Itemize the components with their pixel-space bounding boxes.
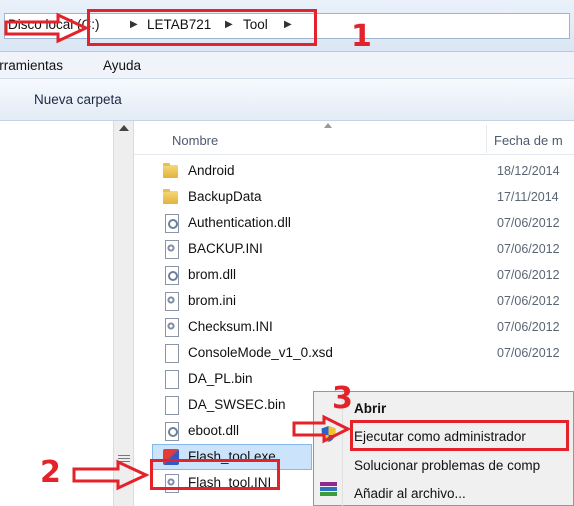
file-name: DA_PL.bin (188, 371, 253, 386)
column-divider[interactable] (486, 125, 487, 153)
file-name: Authentication.dll (188, 215, 291, 230)
file-row[interactable]: DA_PL.bin (134, 366, 574, 392)
dll-file-icon (162, 214, 180, 233)
config-file-icon (162, 318, 180, 337)
dll-file-icon (162, 266, 180, 285)
annotation-step-3: 3 (332, 381, 353, 416)
column-name[interactable]: Nombre (172, 133, 218, 148)
annotation-box-path (87, 9, 317, 46)
file-date: 17/11/2014 (497, 190, 559, 204)
menu-bar: Herramientas Ayuda (0, 52, 574, 79)
navigation-pane[interactable] (0, 121, 113, 506)
file-row[interactable]: BACKUP.INI 07/06/2012 (134, 236, 574, 262)
file-date: 07/06/2012 (497, 268, 560, 282)
file-date: 07/06/2012 (497, 242, 560, 256)
file-row[interactable]: brom.dll 07/06/2012 (134, 262, 574, 288)
file-name: brom.dll (188, 267, 237, 282)
annotation-box-exe (150, 459, 280, 490)
file-name: DA_SWSEC.bin (188, 397, 286, 412)
menu-tools[interactable]: Herramientas (0, 58, 63, 73)
column-date[interactable]: Fecha de m (494, 133, 563, 148)
sort-ascending-icon (324, 123, 332, 128)
menu-item-open[interactable]: Abrir (354, 401, 386, 416)
new-folder-button[interactable]: Nueva carpeta (34, 92, 122, 107)
navigation-scrollbar[interactable] (113, 121, 134, 506)
file-row[interactable]: Authentication.dll 07/06/2012 (134, 210, 574, 236)
file-row[interactable]: Checksum.INI 07/06/2012 (134, 314, 574, 340)
config-file-icon (162, 292, 180, 311)
file-name: BACKUP.INI (188, 241, 263, 256)
annotation-step-1: 1 (351, 19, 372, 54)
file-date: 18/12/2014 (497, 164, 560, 178)
file-name: brom.ini (188, 293, 237, 308)
dll-file-icon (162, 422, 180, 441)
scroll-up-icon[interactable] (119, 125, 129, 131)
annotation-arrow-3-icon (292, 414, 352, 444)
annotation-arrow-2-icon (72, 459, 150, 491)
folder-icon (162, 162, 180, 180)
file-row[interactable]: brom.ini 07/06/2012 (134, 288, 574, 314)
folder-icon (162, 188, 180, 206)
annotation-box-admin (350, 420, 569, 451)
file-name: BackupData (188, 189, 262, 204)
file-name: Android (188, 163, 235, 178)
file-date: 07/06/2012 (497, 346, 560, 360)
file-icon (162, 344, 180, 363)
column-header: Nombre Fecha de m (134, 121, 574, 155)
file-row[interactable]: BackupData 17/11/2014 (134, 184, 574, 210)
file-name: eboot.dll (188, 423, 240, 438)
file-date: 07/06/2012 (497, 320, 560, 334)
file-date: 07/06/2012 (497, 216, 560, 230)
annotation-arrow-1-icon (4, 12, 90, 44)
menu-item-add-to-archive[interactable]: Añadir al archivo... (354, 486, 466, 501)
archive-icon (320, 482, 337, 499)
file-icon (162, 396, 180, 415)
annotation-step-2: 2 (40, 455, 61, 490)
file-row[interactable]: ConsoleMode_v1_0.xsd 07/06/2012 (134, 340, 574, 366)
command-bar: Nueva carpeta (0, 79, 574, 121)
file-date: 07/06/2012 (497, 294, 560, 308)
menu-item-troubleshoot[interactable]: Solucionar problemas de comp (354, 458, 540, 473)
file-icon (162, 370, 180, 389)
config-file-icon (162, 240, 180, 259)
file-name: Checksum.INI (188, 319, 273, 334)
file-name: ConsoleMode_v1_0.xsd (188, 345, 333, 360)
menu-help[interactable]: Ayuda (103, 58, 141, 73)
file-row[interactable]: Android 18/12/2014 (134, 158, 574, 184)
